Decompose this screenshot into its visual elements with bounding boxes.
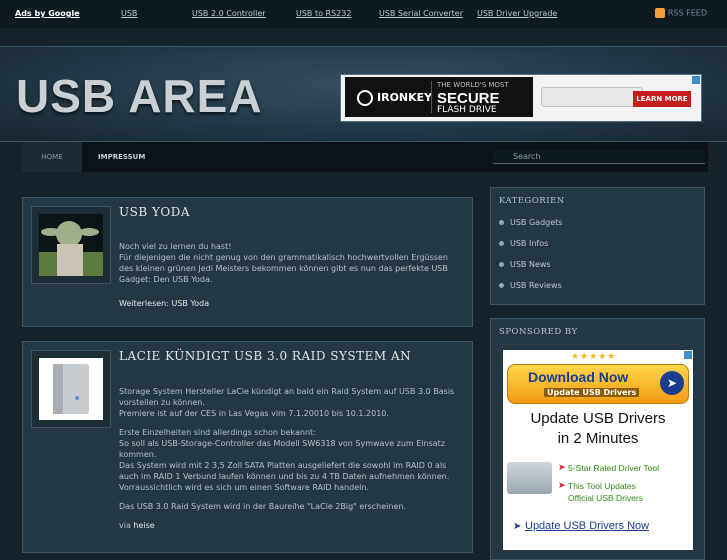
banner-dark-panel: IRONKEY THE WORLD'S MOST SECURE FLASH DR… <box>345 77 533 117</box>
post-thumbnail[interactable] <box>31 350 111 428</box>
categories-widget: KATEGORIEN USB Gadgets USB Infos USB New… <box>490 187 705 305</box>
post-paragraph: Das USB 3.0 Raid System wird in der Baur… <box>119 502 406 511</box>
flash-drive-image <box>541 87 643 107</box>
banner-brand: IRONKEY <box>357 90 432 106</box>
ad-headline-2: in 2 Minutes <box>557 430 639 447</box>
via-link[interactable]: heise <box>133 521 154 530</box>
usb-drivers-ad[interactable]: ★★★★★ Download Now Update USB Drivers ➤ … <box>503 350 693 550</box>
rss-label: RSS FEED <box>667 8 707 18</box>
read-more-link[interactable]: Weiterlesen: USB Yoda <box>119 299 209 308</box>
arrow-icon: ➤ <box>558 481 566 491</box>
post-paragraph: Storage System Hersteller LaCie kündigt … <box>119 387 455 418</box>
banner-line1: THE WORLD'S MOST <box>437 81 509 89</box>
ad-link-driver-upgrade[interactable]: USB Driver Upgrade <box>477 9 557 18</box>
ironkey-logo-icon <box>357 90 373 106</box>
usb-cable-image <box>507 462 552 494</box>
post-paragraph: Erste Einzelheiten sind allerdings schon… <box>119 428 450 492</box>
rss-feed-link[interactable]: RSS FEED <box>654 8 707 18</box>
rss-icon <box>654 8 665 18</box>
via-line: via heise <box>119 521 155 530</box>
sponsored-title: SPONSORED BY <box>499 327 578 337</box>
banner-line3: FLASH DRIVE <box>437 105 497 115</box>
bullet-icon <box>499 241 504 246</box>
arrow-icon: ➤ <box>558 463 566 473</box>
lacie-drive-image <box>39 358 103 420</box>
ad-link-usb-serial[interactable]: USB Serial Converter <box>379 9 463 18</box>
top-ads-bar: Ads by Google USB USB 2.0 Controller USB… <box>0 0 727 28</box>
post-title[interactable]: LACIE KÜNDIGT USB 3.0 RAID SYSTEM AN <box>119 349 411 363</box>
post-excerpt: Noch viel zu lernen du hast! Für diejenig… <box>119 241 464 293</box>
ad-feature-1: 5-Star Rated Driver Tool <box>568 463 660 473</box>
categories-title: KATEGORIEN <box>499 196 565 206</box>
bullet-icon <box>499 220 504 225</box>
update-drivers-link[interactable]: Update USB Drivers Now <box>525 520 649 532</box>
post-thumbnail[interactable] <box>31 206 111 284</box>
nav-impressum[interactable]: IMPRESSUM <box>98 153 145 161</box>
ad-feature-2a: This Tool Updates <box>568 481 636 491</box>
ad-link-usb[interactable]: USB <box>121 9 137 18</box>
rating-stars: ★★★★★ <box>571 352 617 362</box>
post-paragraph: Noch viel zu lernen du hast! Für diejenig… <box>119 242 448 284</box>
ad-link-usb-rs232[interactable]: USB to RS232 <box>296 9 351 18</box>
ironkey-banner-ad[interactable]: IRONKEY THE WORLD'S MOST SECURE FLASH DR… <box>340 74 702 122</box>
ad-feature-2b: Official USB Drivers <box>568 493 643 503</box>
ad-headline-1: Update USB Drivers <box>530 410 666 427</box>
category-usb-news[interactable]: USB News <box>499 260 551 269</box>
yoda-image <box>39 214 103 276</box>
bullet-icon <box>499 262 504 267</box>
sponsored-widget: SPONSORED BY ★★★★★ Download Now Update U… <box>490 318 705 560</box>
download-now-button[interactable]: Download Now Update USB Drivers ➤ <box>507 364 689 404</box>
category-usb-gadgets[interactable]: USB Gadgets <box>499 218 562 227</box>
search-input[interactable] <box>493 150 705 164</box>
post-lacie-raid: LACIE KÜNDIGT USB 3.0 RAID SYSTEM AN Sto… <box>22 341 473 553</box>
download-now-label: Download Now <box>528 369 629 385</box>
arrow-icon: ➤ <box>513 521 522 532</box>
banner-brand-text: IRONKEY <box>377 91 433 104</box>
site-logo[interactable]: USB AREA <box>16 69 263 123</box>
category-usb-infos[interactable]: USB Infos <box>499 239 548 248</box>
post-title[interactable]: USB YODA <box>119 205 190 219</box>
learn-more-button[interactable]: LEARN MORE <box>633 91 691 107</box>
adchoices-icon[interactable] <box>692 76 700 84</box>
ad-link-usb-controller[interactable]: USB 2.0 Controller <box>192 9 266 18</box>
category-usb-reviews[interactable]: USB Reviews <box>499 281 562 290</box>
post-usb-yoda: USB YODA Noch viel zu lernen du hast! Für… <box>22 197 473 327</box>
ads-by-google-link[interactable]: Ads by Google <box>15 9 80 18</box>
download-sub-label: Update USB Drivers <box>544 388 640 397</box>
adchoices-icon[interactable] <box>684 351 692 359</box>
nav-home[interactable]: HOME <box>22 142 82 172</box>
arrow-right-icon: ➤ <box>660 371 684 395</box>
bullet-icon <box>499 283 504 288</box>
site-header: USB AREA IRONKEY THE WORLD'S MOST SECURE… <box>0 46 727 142</box>
banner-divider <box>431 81 432 113</box>
post-excerpt: Storage System Hersteller LaCie kündigt … <box>119 386 464 539</box>
